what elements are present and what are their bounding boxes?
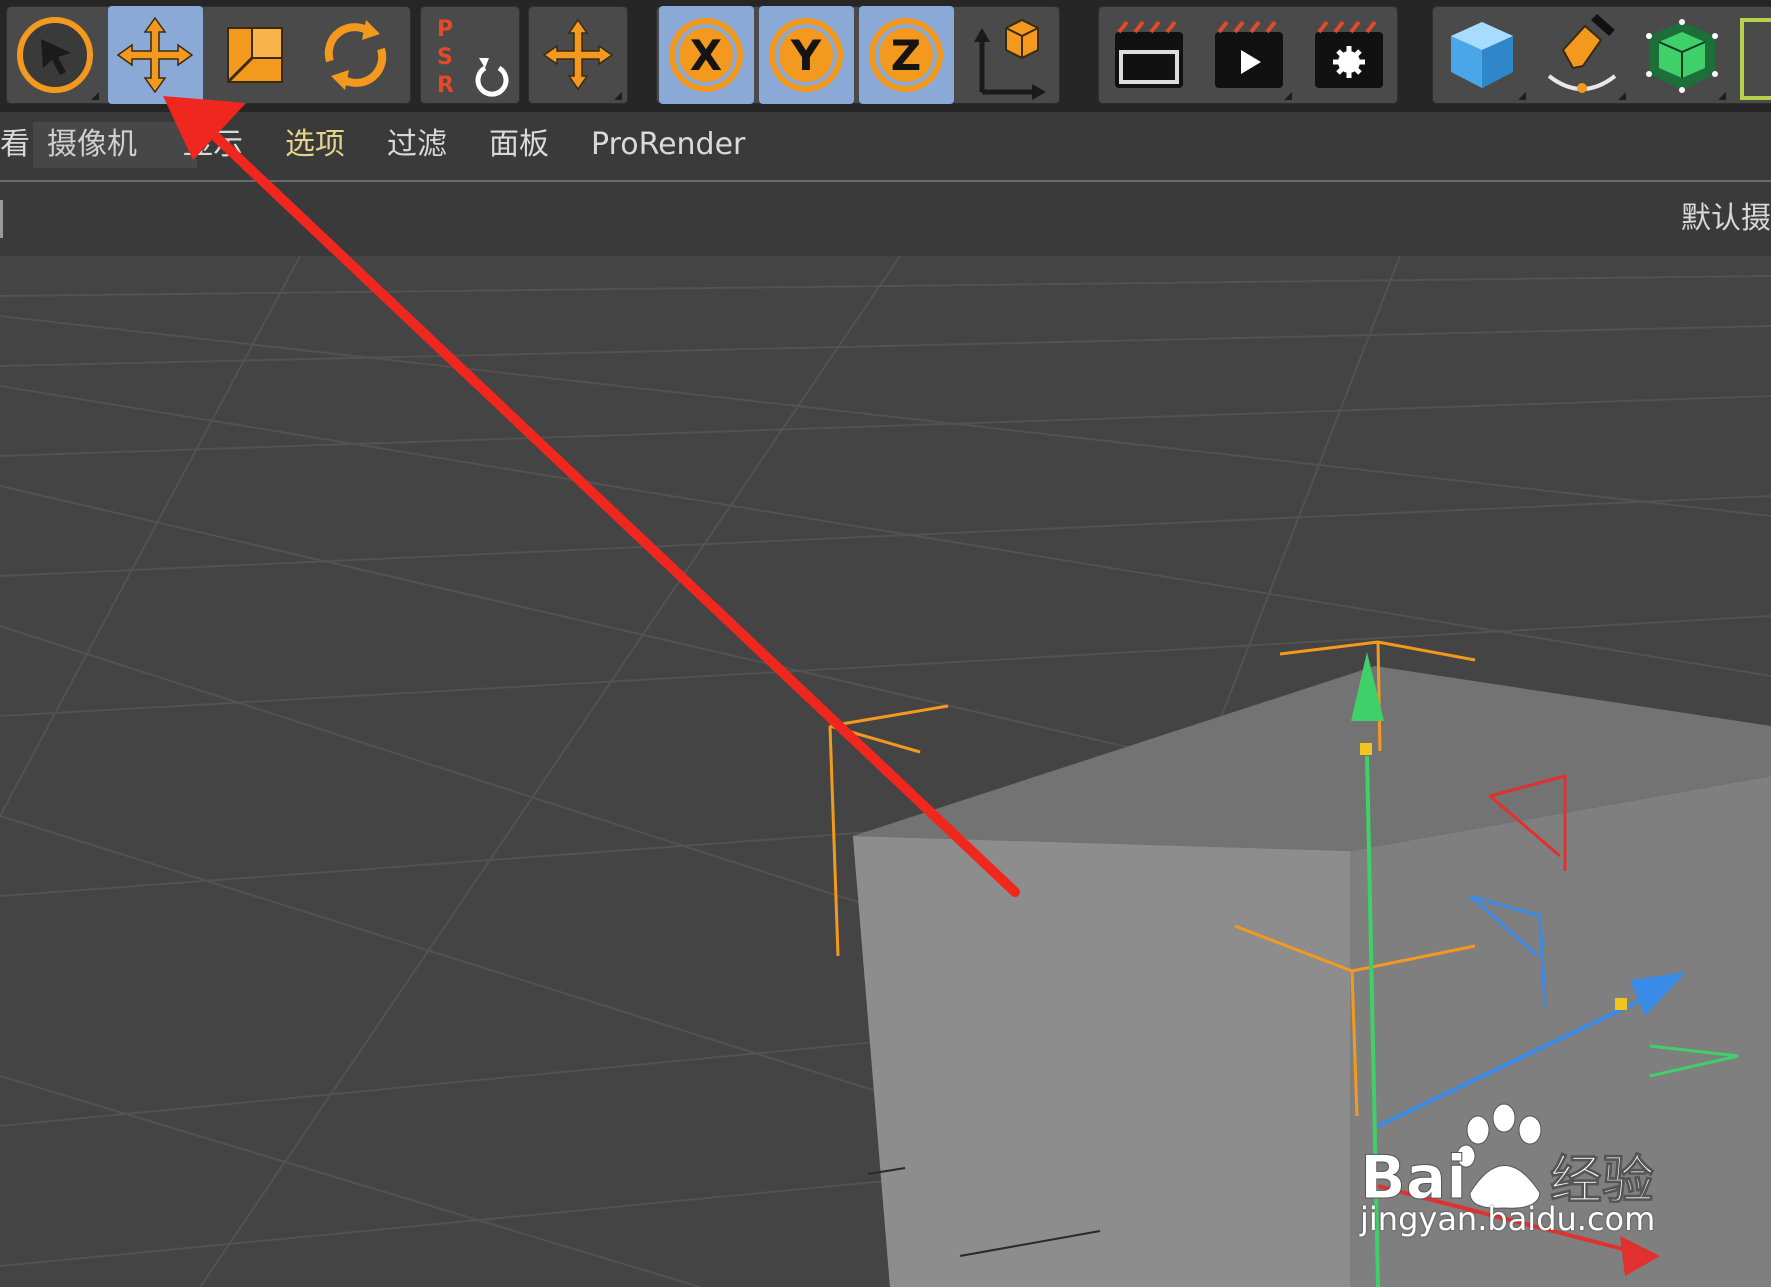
paw-toe-1 <box>1466 1115 1490 1145</box>
paw-toe-3 <box>1518 1115 1542 1145</box>
paw-toe-2 <box>1492 1103 1516 1133</box>
cinema4d-window: P S R X Y Z 看 摄像机 显示 选项 过滤 面板 ProRender … <box>0 0 1771 1287</box>
annotation-arrow <box>163 96 1020 897</box>
watermark-url: jingyan.baidu.com <box>1360 1200 1656 1238</box>
